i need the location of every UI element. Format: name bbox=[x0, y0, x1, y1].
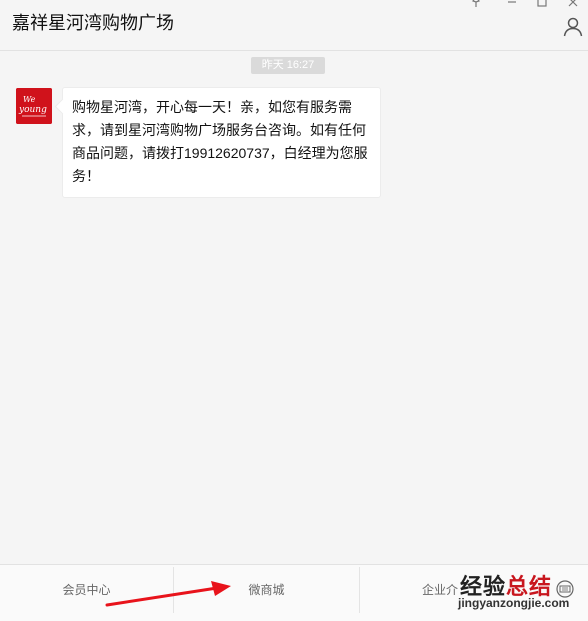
message-timestamp: 昨天 16:27 bbox=[251, 57, 325, 74]
annotation-arrow-icon bbox=[105, 581, 231, 607]
message-text: 购物星河湾，开心每一天！亲，如您有服务需求，请到星河湾购物广场服务台咨询。如有任… bbox=[72, 99, 368, 184]
watermark-url: jingyanzongjie.com bbox=[458, 596, 570, 610]
maximize-icon[interactable] bbox=[535, 0, 549, 10]
avatar[interactable]: We young bbox=[16, 88, 52, 124]
pin-icon[interactable] bbox=[469, 0, 483, 10]
svg-text:We: We bbox=[23, 95, 36, 104]
chat-title: 嘉祥星河湾购物广场 bbox=[12, 13, 174, 33]
minimize-icon[interactable] bbox=[505, 0, 519, 10]
keyboard-icon[interactable] bbox=[556, 580, 574, 598]
brand-logo-icon: We young bbox=[16, 88, 52, 124]
watermark: 经验总结 jingyanzongjie.com bbox=[452, 566, 588, 620]
close-icon[interactable] bbox=[566, 0, 580, 10]
person-icon[interactable] bbox=[562, 16, 584, 38]
title-bar: 嘉祥星河湾购物广场 bbox=[0, 0, 588, 51]
message-bubble: 购物星河湾，开心每一天！亲，如您有服务需求，请到星河湾购物广场服务台咨询。如有任… bbox=[62, 87, 381, 198]
svg-text:young: young bbox=[18, 105, 47, 115]
